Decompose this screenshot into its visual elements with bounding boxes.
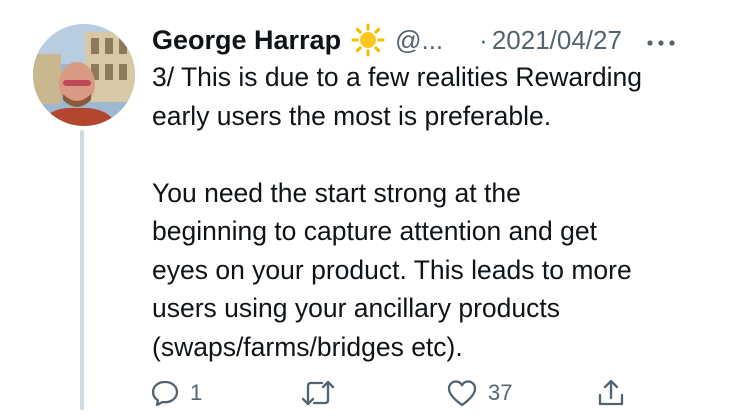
separator-dot: · xyxy=(479,24,488,55)
avatar[interactable] xyxy=(33,24,135,126)
reply-button[interactable]: 1 xyxy=(150,378,202,408)
tweet-date[interactable]: 2021/04/27 xyxy=(492,25,622,56)
author-handle[interactable]: @... xyxy=(395,25,443,56)
avatar-image xyxy=(33,24,135,126)
retweet-button[interactable] xyxy=(300,378,346,408)
share-icon xyxy=(596,378,626,408)
like-button[interactable]: 37 xyxy=(446,378,512,408)
reply-icon xyxy=(150,378,180,408)
share-button[interactable] xyxy=(596,378,636,408)
thread-line xyxy=(80,130,84,410)
sun-icon xyxy=(351,23,385,57)
retweet-icon xyxy=(300,378,336,408)
more-horizontal-icon[interactable] xyxy=(646,35,676,46)
like-count: 37 xyxy=(488,380,513,405)
heart-icon xyxy=(446,378,478,408)
tweet-text: 3/ This is due to a few realities Reward… xyxy=(152,62,643,362)
author-name[interactable]: George Harrap xyxy=(152,25,341,56)
tweet-header: George Harrap @... · 2021/04/27 xyxy=(152,20,720,60)
tweet-actions: 1 37 xyxy=(150,378,640,418)
reply-count: 1 xyxy=(190,380,203,405)
